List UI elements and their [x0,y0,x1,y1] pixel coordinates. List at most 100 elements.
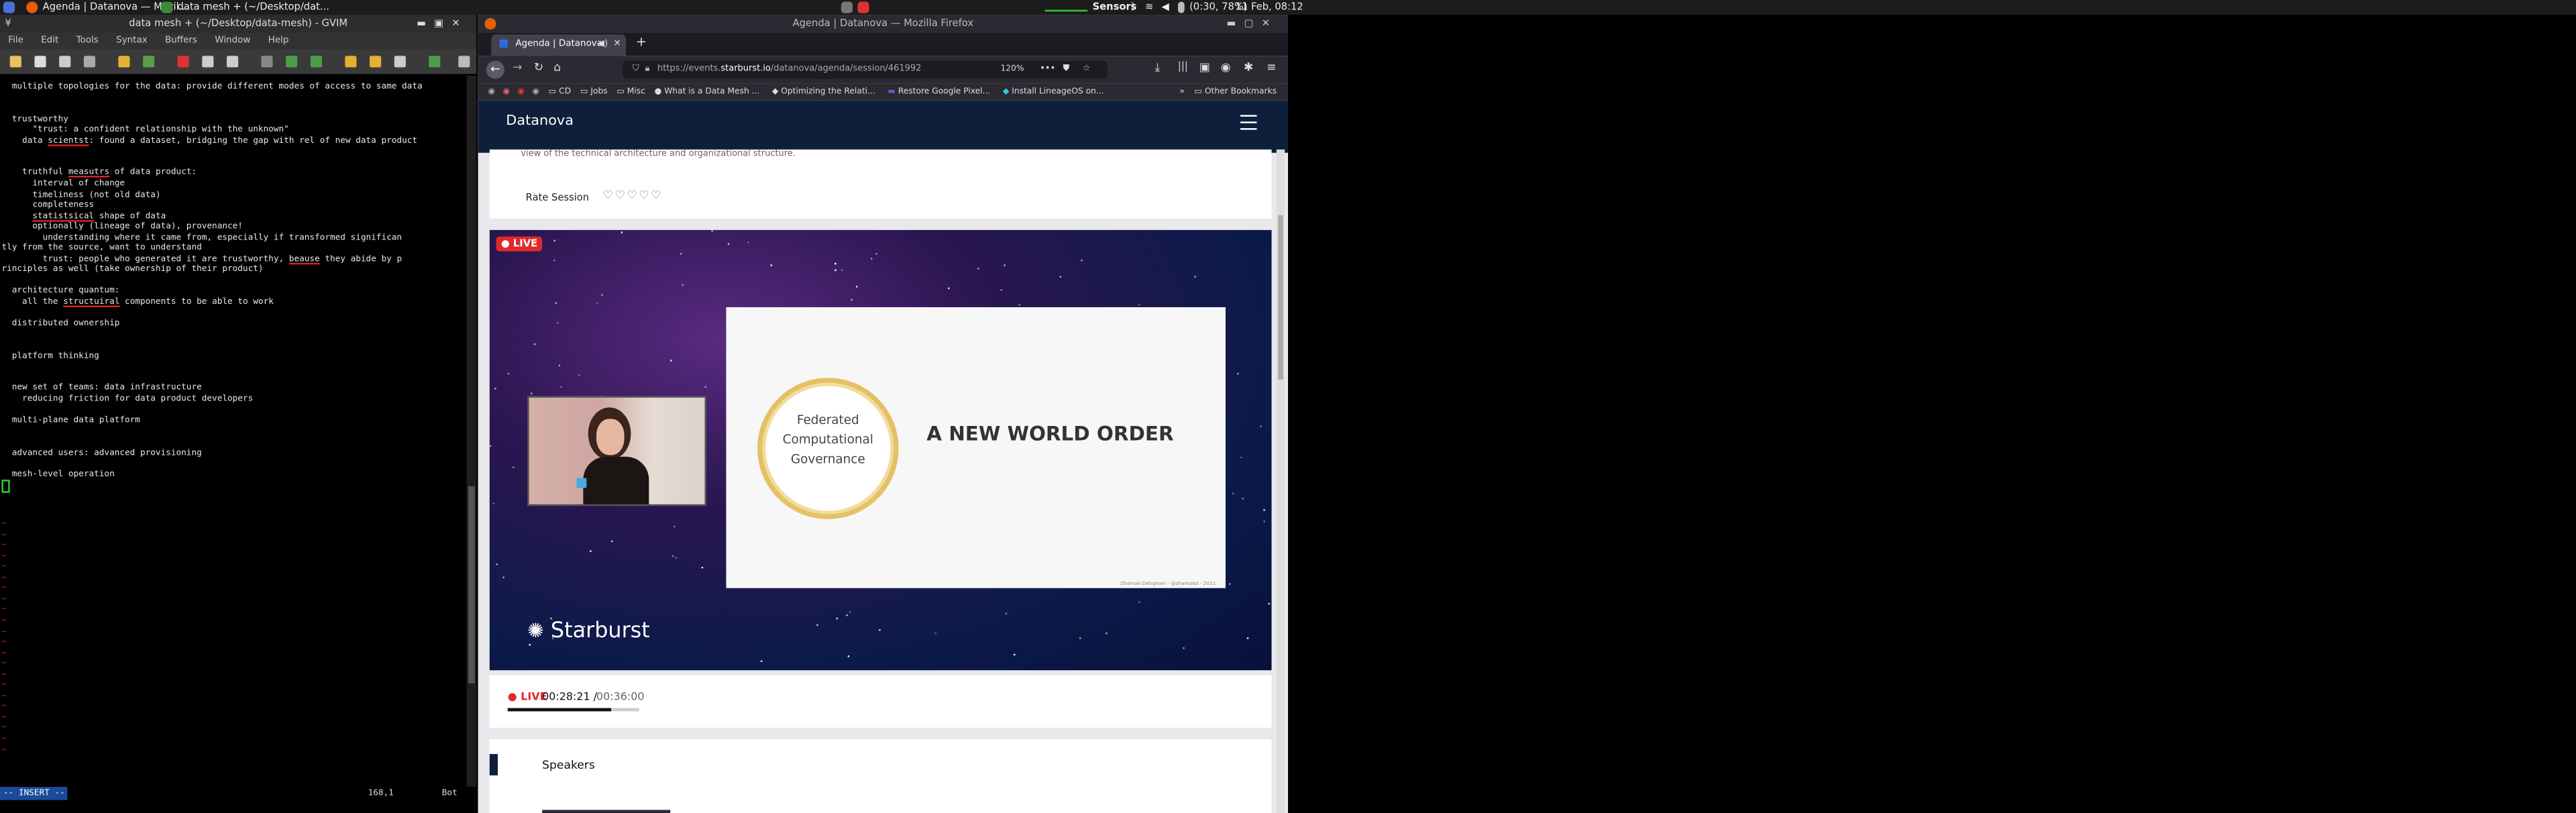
wifi-icon[interactable]: ≋ [1145,0,1153,15]
cut-icon[interactable] [177,56,189,68]
new-tab-icon[interactable]: + [636,34,647,49]
star-outline-icon[interactable]: ♡ [627,189,639,203]
tray-apps[interactable] [841,0,869,15]
editor-line[interactable]: truthful measutrs of data product: [1,168,197,179]
close-icon[interactable]: ✕ [451,18,468,30]
editor-line[interactable]: trustworthy [1,115,68,125]
star-outline-icon[interactable]: ♡ [639,189,651,203]
menu-window[interactable]: Window [215,36,250,46]
account-icon[interactable]: ◉ [1221,61,1231,74]
undo-icon[interactable] [118,56,130,68]
firefox-titlebar[interactable]: Agenda | Datanova — Mozilla Firefox ▬▢✕ [478,15,1289,33]
editor-scrollbar[interactable] [466,75,477,788]
print-icon[interactable] [83,56,96,68]
bookmark-favicon-icon[interactable]: ◉ [532,87,539,97]
progress-track[interactable] [507,708,639,712]
bookmark-favicon-icon[interactable]: ◉ [488,87,495,97]
menu-icon[interactable]: ≡ [1267,61,1276,74]
downloads-icon[interactable]: ⤓ [1155,61,1161,76]
editor-line[interactable]: data scientst: found a dataset, bridging… [1,136,417,147]
bookmark-favicon-icon[interactable]: ◉ [502,87,510,97]
shield-icon[interactable]: ⛉ [633,64,639,74]
maximize-icon[interactable]: ▣ [434,18,451,30]
editor-line[interactable]: platform thinking [1,351,99,362]
editor-line[interactable]: completeness [1,201,94,211]
hamburger-menu-icon[interactable] [1240,115,1257,130]
copy-icon[interactable] [202,56,214,68]
find-prev-icon[interactable] [310,56,323,68]
rating-stars[interactable]: ♡♡♡♡♡ [603,189,663,203]
bookmark-star-icon[interactable]: ☆ [1083,61,1091,79]
bookmark-folder-cd[interactable]: ▭ CD [549,87,571,97]
back-icon[interactable]: ← [486,60,504,79]
pocket-icon[interactable]: ⛊ [1063,61,1070,79]
editor-line[interactable]: trust: people who generated it are trust… [1,254,402,265]
bookmark-folder-jobs[interactable]: ▭ Jobs [580,87,608,97]
taskbar-item-gvim[interactable]: data mesh + (~/Desktop/dat... [161,0,329,15]
menu-file[interactable]: File [8,36,23,46]
volume-icon[interactable]: ◀ [1161,0,1169,15]
home-icon[interactable]: ⌂ [553,61,561,74]
menu-tools[interactable]: Tools [76,36,99,46]
toolbar-overflow-icon[interactable] [458,56,470,68]
editor-line[interactable]: mesh-level operation [1,470,115,480]
editor-line[interactable]: multiple topologies for the data: provid… [1,82,423,93]
clock[interactable]: 11 Feb, 08:12 [1236,0,1303,15]
star-outline-icon[interactable]: ♡ [603,189,615,203]
extensions-icon[interactable]: ✱ [1244,61,1253,74]
editor-line[interactable]: reducing friction for data product devel… [1,394,253,405]
load-session-icon[interactable] [345,56,357,68]
tab-audio-icon[interactable]: ◀) [597,34,608,56]
tab-close-icon[interactable]: ✕ [613,34,621,56]
editor-line[interactable]: "trust: a confident relationship with th… [1,125,288,136]
editor-line[interactable]: all the structuiral components to be abl… [1,297,274,308]
editor-line[interactable]: advanced users: advanced provisioning [1,448,202,459]
editor-line[interactable]: understanding where it came from, especi… [1,233,402,243]
bookmark-lineageos[interactable]: ◆ Install LineageOS on... [1003,87,1104,97]
open-icon[interactable] [9,56,21,68]
bookmark-restore-pixel[interactable]: ▬ Restore Google Pixel... [888,87,990,97]
sidebar-icon[interactable]: ▣ [1199,61,1210,74]
zoom-level[interactable]: 120% [1000,61,1024,79]
bookmarks-overflow-icon[interactable]: » [1179,84,1185,100]
make-icon[interactable] [429,56,441,68]
run-script-icon[interactable] [394,56,406,68]
bluetooth-icon[interactable]: ᛒ [1130,0,1136,15]
bookmark-optimizing[interactable]: ◆ Optimizing the Relati... [772,87,875,97]
bookmark-data-mesh[interactable]: ● What is a Data Mesh ... [655,87,760,97]
bookmark-folder-misc[interactable]: ▭ Misc [616,87,645,97]
minimize-icon[interactable]: ▬ [1226,18,1244,30]
gvim-titlebar[interactable]: data mesh + (~/Desktop/data-mesh) - GVIM… [0,15,477,33]
other-bookmarks[interactable]: ▭ Other Bookmarks [1194,84,1277,100]
redo-icon[interactable] [143,56,155,68]
editor-line[interactable]: statistsical shape of data [1,211,166,222]
star-outline-icon[interactable]: ♡ [615,189,627,203]
menu-help[interactable]: Help [268,36,289,46]
page-scrollbar-thumb[interactable] [1278,215,1283,380]
menu-edit[interactable]: Edit [41,36,58,46]
page-actions-icon[interactable]: ••• [1040,61,1055,79]
editor-line[interactable]: new set of teams: data infrastructure [1,384,202,394]
save-icon[interactable] [34,56,46,68]
editor-line[interactable]: distributed ownership [1,319,120,329]
bookmark-favicon-icon[interactable]: ◉ [517,87,525,97]
reload-icon[interactable]: ↻ [534,61,543,74]
editor-line[interactable]: multi-plane data platform [1,416,140,427]
url-bar[interactable]: ⛉ 🔒︎ https://events.starburst.io/datanov… [623,60,1108,79]
maximize-icon[interactable]: ▢ [1244,18,1262,30]
menu-syntax[interactable]: Syntax [116,36,148,46]
scrollbar-thumb[interactable] [468,486,475,684]
editor-line[interactable]: tly from the source, want to understand [1,243,201,254]
replace-icon[interactable] [261,56,273,68]
close-icon[interactable]: ✕ [1262,18,1279,30]
editor-line[interactable]: rinciples as well (take ownership of the… [1,265,263,276]
minimize-icon[interactable]: ▬ [417,18,434,30]
paste-icon[interactable] [226,56,239,68]
menu-buffers[interactable]: Buffers [165,36,197,46]
site-brand[interactable]: Datanova [506,113,574,129]
editor-line[interactable]: timeliness (not old data) [1,190,160,201]
star-outline-icon[interactable]: ♡ [651,189,663,203]
tab-agenda[interactable]: Agenda | Datanova ◀) ✕ [491,34,627,56]
speaker-photo[interactable] [542,810,671,813]
editor-text-area[interactable]: multiple topologies for the data: provid… [0,75,467,788]
